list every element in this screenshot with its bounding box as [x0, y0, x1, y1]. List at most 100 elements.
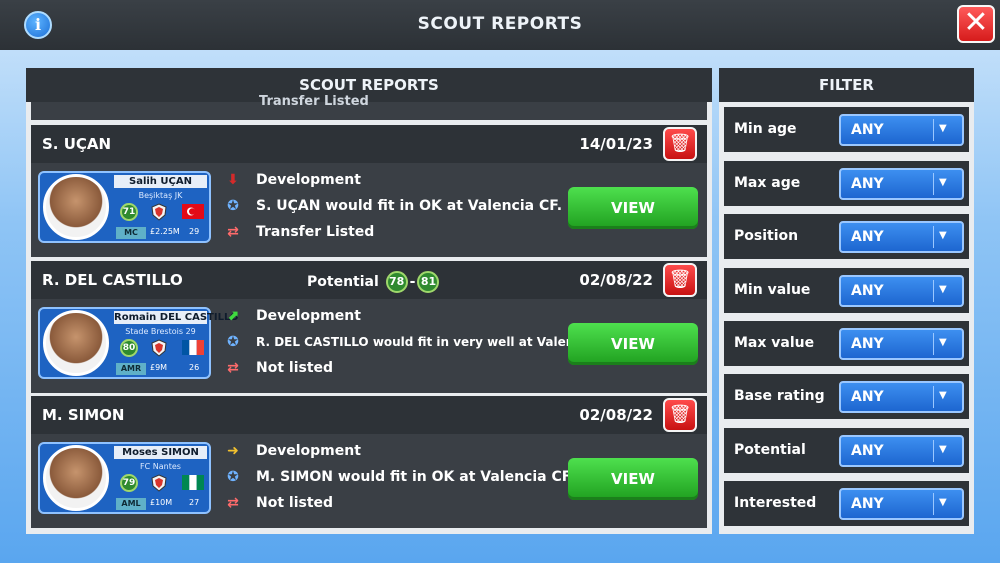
player-full-name: Romain DEL CASTILLO — [114, 311, 239, 324]
report-card-body: Romain DEL CASTILLO Stade Brestois 29 80… — [31, 299, 707, 393]
view-report-button[interactable]: VIEW — [568, 458, 698, 500]
filter-panel-title: FILTER — [719, 68, 974, 102]
filter-dropdown-value: ANY — [851, 443, 884, 459]
development-trend-icon: ⬇ — [227, 172, 239, 188]
filter-dropdown-value: ANY — [851, 176, 884, 192]
dropdown-divider — [933, 280, 934, 302]
filter-label: Interested — [734, 495, 817, 511]
view-button-label: VIEW — [611, 470, 655, 488]
report-card[interactable]: S. UÇAN 14/01/23 🗑 Salih UÇAN Beşiktaş J… — [31, 125, 707, 257]
trash-icon: 🗑 — [668, 404, 692, 425]
delete-report-button[interactable]: 🗑 — [663, 263, 697, 297]
report-card[interactable]: R. DEL CASTILLO Potential 78-81 02/08/22… — [31, 261, 707, 393]
club-crest-icon — [150, 203, 168, 221]
player-full-name: Salih UÇAN — [114, 175, 207, 188]
club-fit-icon: ✪ — [227, 469, 239, 485]
report-date: 02/08/22 — [579, 271, 653, 289]
chevron-down-icon: ▼ — [939, 497, 947, 508]
transfer-status-text: Not listed — [256, 495, 334, 511]
chevron-down-icon: ▼ — [939, 444, 947, 455]
player-short-name: M. SIMON — [42, 406, 125, 424]
development-text: Development — [256, 443, 361, 459]
filter-dropdown[interactable]: ANY ▼ — [839, 114, 964, 146]
development-line: ⬇ Development — [224, 172, 361, 188]
nationality-flag-icon — [182, 204, 204, 219]
reports-panel: SCOUT REPORTS Transfer Listed S. UÇAN 14… — [26, 68, 712, 534]
player-short-name: S. UÇAN — [42, 135, 112, 153]
player-card[interactable]: Romain DEL CASTILLO Stade Brestois 29 80… — [38, 307, 239, 379]
transfer-status-text: Not listed — [256, 360, 334, 376]
dropdown-divider — [933, 226, 934, 248]
transfer-status-line: ⇄ Not listed — [224, 495, 333, 511]
club-fit-icon: ✪ — [227, 334, 239, 350]
dropdown-divider — [933, 333, 934, 355]
player-position: AMR — [116, 363, 146, 375]
filter-dropdown[interactable]: ANY ▼ — [839, 435, 964, 467]
delete-report-button[interactable]: 🗑 — [663, 398, 697, 432]
view-report-button[interactable]: VIEW — [568, 323, 698, 365]
filter-row: Max age ANY ▼ — [724, 161, 969, 206]
potential-label: Potential — [307, 274, 379, 290]
player-position: AML — [116, 498, 146, 510]
filter-row: Potential ANY ▼ — [724, 428, 969, 473]
filter-label: Base rating — [734, 388, 825, 404]
report-card-header: M. SIMON 02/08/22 🗑 — [31, 396, 707, 434]
fit-text: S. UÇAN would fit in OK at Valencia CF. — [256, 198, 563, 214]
development-line: ➜ Development — [224, 443, 361, 459]
filter-row: Min age ANY ▼ — [724, 107, 969, 152]
filter-label: Min value — [734, 282, 811, 298]
player-short-name: R. DEL CASTILLO — [42, 271, 183, 289]
dropdown-divider — [933, 173, 934, 195]
player-photo — [43, 445, 109, 511]
player-club: FC Nantes — [140, 462, 181, 471]
report-card-body: Moses SIMON FC Nantes 79 AML £10M 27 ➜ De… — [31, 434, 707, 528]
player-full-name: Moses SIMON — [114, 446, 207, 459]
report-card[interactable]: M. SIMON 02/08/22 🗑 Moses SIMON FC Nante… — [31, 396, 707, 528]
club-fit-icon: ✪ — [227, 198, 239, 214]
fit-line: ✪ M. SIMON would fit in OK at Valencia CF… — [224, 469, 574, 485]
dropdown-divider — [933, 493, 934, 515]
player-age: 27 — [189, 498, 200, 507]
filter-label: Min age — [734, 121, 797, 137]
chevron-down-icon: ▼ — [939, 123, 947, 134]
chevron-down-icon: ▼ — [939, 337, 947, 348]
filter-dropdown[interactable]: ANY ▼ — [839, 381, 964, 413]
filter-dropdown[interactable]: ANY ▼ — [839, 168, 964, 200]
filter-dropdown[interactable]: ANY ▼ — [839, 221, 964, 253]
player-position: MC — [116, 227, 146, 239]
view-button-label: VIEW — [611, 199, 655, 217]
filter-label: Potential — [734, 442, 806, 458]
player-rating: 79 — [120, 474, 138, 492]
close-button[interactable]: ✕ — [957, 5, 995, 43]
fit-text: R. DEL CASTILLO would fit in very well a… — [256, 335, 618, 349]
player-value: £2.25M — [150, 227, 180, 236]
transfer-status-icon: ⇄ — [227, 360, 239, 376]
filter-dropdown[interactable]: ANY ▼ — [839, 275, 964, 307]
player-club: Stade Brestois 29 — [125, 327, 196, 336]
trash-icon: 🗑 — [668, 269, 692, 290]
player-card[interactable]: Salih UÇAN Beşiktaş JK 71 MC £2.25M 29 — [38, 171, 211, 243]
filter-label: Max value — [734, 335, 815, 351]
fit-line: ✪ S. UÇAN would fit in OK at Valencia CF. — [224, 198, 562, 214]
dropdown-divider — [933, 119, 934, 141]
player-value: £10M — [150, 498, 173, 507]
player-card[interactable]: Moses SIMON FC Nantes 79 AML £10M 27 — [38, 442, 211, 514]
filter-dropdown-value: ANY — [851, 496, 884, 512]
potential-range: Potential 78-81 — [307, 271, 441, 293]
development-text: Development — [256, 308, 361, 324]
filter-label: Position — [734, 228, 799, 244]
development-trend-icon: ➜ — [227, 443, 239, 459]
nationality-flag-icon — [182, 340, 204, 355]
player-rating: 80 — [120, 339, 138, 357]
filter-dropdown[interactable]: ANY ▼ — [839, 328, 964, 360]
view-report-button[interactable]: VIEW — [568, 187, 698, 229]
filter-label: Max age — [734, 175, 801, 191]
filter-panel: FILTER Min age ANY ▼ Max age ANY ▼ Posit… — [719, 68, 974, 534]
filter-row: Interested ANY ▼ — [724, 481, 969, 526]
chevron-down-icon: ▼ — [939, 390, 947, 401]
club-crest-icon — [150, 474, 168, 492]
partial-card-text: Transfer Listed — [259, 94, 369, 109]
filter-dropdown[interactable]: ANY ▼ — [839, 488, 964, 520]
delete-report-button[interactable]: 🗑 — [663, 127, 697, 161]
report-card-partial[interactable]: Transfer Listed — [31, 94, 707, 120]
